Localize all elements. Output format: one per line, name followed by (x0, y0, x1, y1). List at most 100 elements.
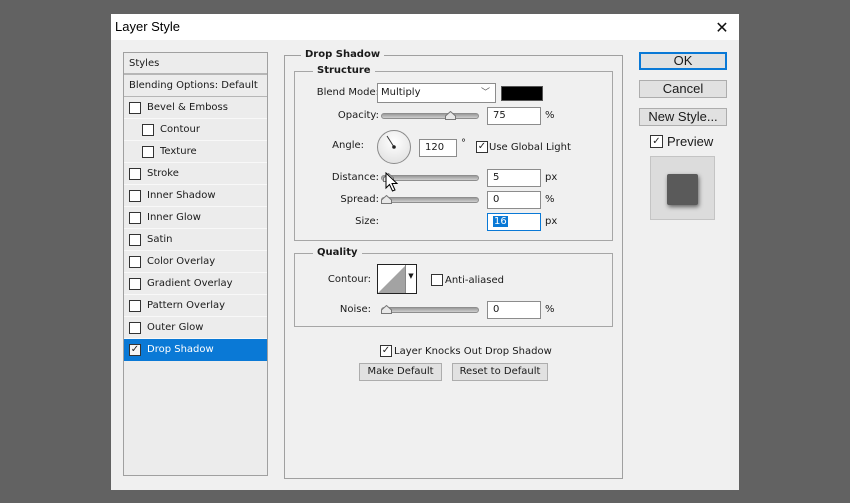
new-style-button[interactable]: New Style... (639, 108, 727, 126)
angle-indicator (386, 135, 396, 149)
reset-to-default-button[interactable]: Reset to Default (452, 363, 548, 381)
style-item-texture[interactable]: Texture (124, 141, 267, 163)
size-label: Size: (355, 216, 379, 227)
style-item-label: Contour (160, 124, 200, 135)
contour-preview-icon (378, 265, 406, 293)
checkbox-icon[interactable] (129, 167, 141, 180)
cancel-button[interactable]: Cancel (639, 80, 727, 98)
checkbox-icon[interactable] (129, 189, 141, 202)
structure-title: Structure (313, 65, 375, 76)
style-item-bevel-emboss[interactable]: Bevel & Emboss (124, 97, 267, 119)
contour-dropdown-button[interactable]: ▼ (405, 265, 416, 293)
checkbox-icon (431, 274, 443, 286)
quality-title: Quality (313, 247, 362, 258)
style-item-stroke[interactable]: Stroke (124, 163, 267, 185)
style-item-inner-shadow[interactable]: Inner Shadow (124, 185, 267, 207)
noise-slider-thumb[interactable] (381, 305, 392, 314)
style-item-label: Pattern Overlay (147, 300, 226, 311)
spread-unit: % (545, 194, 555, 205)
anti-aliased-label: Anti-aliased (445, 274, 505, 286)
section-title: Drop Shadow (301, 49, 385, 60)
checkbox-icon[interactable] (129, 211, 141, 224)
use-global-light-checkbox[interactable]: ✓ Use Global Light (476, 141, 571, 153)
contour-picker[interactable]: ▼ (377, 264, 417, 294)
preview-checkbox[interactable]: ✓ Preview (650, 134, 713, 149)
opacity-slider[interactable] (381, 111, 479, 120)
quality-group: Quality Contour: ▼ Anti-aliased Noise: 0… (294, 247, 613, 327)
styles-list: Styles Blending Options: Default Bevel &… (123, 52, 268, 476)
style-item-gradient-overlay[interactable]: Gradient Overlay (124, 273, 267, 295)
spread-label: Spread: (340, 194, 379, 205)
checkbox-icon[interactable] (142, 145, 154, 158)
size-unit: px (545, 216, 558, 227)
styles-header[interactable]: Styles (124, 53, 267, 75)
spread-input[interactable]: 0 (487, 191, 541, 209)
noise-label: Noise: (339, 304, 371, 315)
make-default-button[interactable]: Make Default (359, 363, 442, 381)
dialog-title: Layer Style (115, 19, 181, 34)
style-item-label: Inner Glow (147, 212, 201, 223)
style-item-outer-glow[interactable]: Outer Glow (124, 317, 267, 339)
preview-shape (667, 174, 698, 205)
noise-unit: % (545, 304, 555, 315)
style-item-label: Outer Glow (147, 322, 204, 333)
opacity-slider-thumb[interactable] (444, 111, 456, 120)
blend-mode-label: Blend Mode: (316, 87, 379, 98)
spread-slider-thumb[interactable] (381, 195, 392, 204)
checkbox-icon[interactable] (129, 277, 141, 290)
layer-knocks-out-checkbox[interactable]: ✓ Layer Knocks Out Drop Shadow (380, 345, 552, 357)
style-item-label: Color Overlay (147, 256, 216, 267)
mouse-cursor-icon (385, 172, 399, 192)
style-item-drop-shadow[interactable]: ✓ Drop Shadow (124, 339, 267, 361)
shadow-color-swatch[interactable] (501, 86, 543, 101)
distance-label: Distance: (331, 172, 379, 183)
noise-slider[interactable] (381, 305, 479, 314)
style-item-contour[interactable]: Contour (124, 119, 267, 141)
checkbox-icon: ✓ (380, 345, 392, 357)
checkbox-icon[interactable]: ✓ (129, 343, 141, 356)
style-item-label: Gradient Overlay (147, 278, 233, 289)
spread-slider[interactable] (381, 195, 479, 204)
layer-knocks-out-label: Layer Knocks Out Drop Shadow (394, 345, 552, 357)
distance-unit: px (545, 172, 558, 183)
distance-input[interactable]: 5 (487, 169, 541, 187)
opacity-unit: % (545, 110, 555, 121)
checkbox-icon[interactable] (129, 299, 141, 312)
style-item-color-overlay[interactable]: Color Overlay (124, 251, 267, 273)
use-global-light-label: Use Global Light (489, 141, 571, 153)
preview-label: Preview (667, 134, 714, 149)
checkbox-icon: ✓ (650, 135, 663, 148)
chevron-down-icon: ﹀ (480, 88, 490, 98)
anti-aliased-checkbox[interactable]: Anti-aliased (431, 274, 504, 286)
style-item-label: Texture (160, 146, 197, 157)
angle-dial[interactable] (377, 130, 411, 164)
opacity-label: Opacity: (337, 110, 379, 121)
checkbox-icon[interactable] (129, 101, 141, 114)
noise-input[interactable]: 0 (487, 301, 541, 319)
checkbox-icon[interactable] (129, 233, 141, 246)
blending-options-item[interactable]: Blending Options: Default (124, 75, 267, 97)
checkbox-icon[interactable] (129, 321, 141, 334)
style-item-satin[interactable]: Satin (124, 229, 267, 251)
checkbox-icon[interactable] (142, 123, 154, 136)
ok-button[interactable]: OK (639, 52, 727, 70)
size-input[interactable]: 16 (487, 213, 541, 231)
style-item-label: Inner Shadow (147, 190, 216, 201)
angle-label: Angle: (332, 140, 364, 151)
drop-shadow-panel: Drop Shadow Structure Blend Mode: Multip… (284, 49, 623, 479)
style-item-pattern-overlay[interactable]: Pattern Overlay (124, 295, 267, 317)
style-item-label: Satin (147, 234, 173, 245)
style-item-label: Drop Shadow (147, 344, 214, 355)
style-preview (650, 156, 715, 220)
checkbox-icon: ✓ (476, 141, 488, 153)
style-item-label: Stroke (147, 168, 179, 179)
caret-down-icon: ▼ (408, 272, 414, 280)
close-button[interactable]: ✕ (711, 16, 733, 38)
angle-unit: ° (461, 138, 466, 149)
style-item-inner-glow[interactable]: Inner Glow (124, 207, 267, 229)
opacity-input[interactable]: 75 (487, 107, 541, 125)
angle-input[interactable]: 120 (419, 139, 457, 157)
title-bar: Layer Style ✕ (111, 14, 739, 40)
checkbox-icon[interactable] (129, 255, 141, 268)
blend-mode-select[interactable]: Multiply ﹀ (377, 83, 496, 103)
